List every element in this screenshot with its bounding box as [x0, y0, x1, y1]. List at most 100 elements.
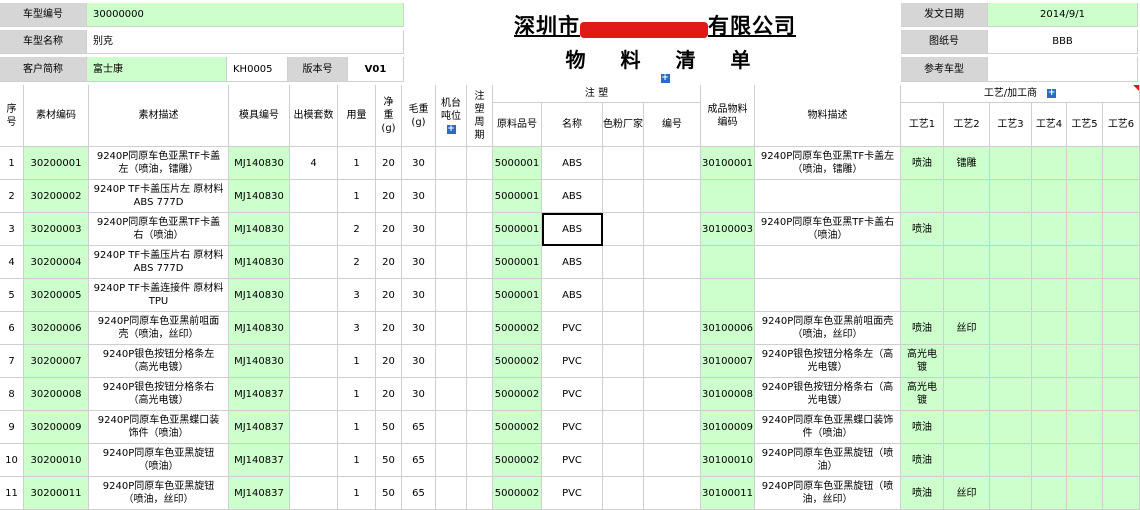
cell-p5[interactable]	[1067, 345, 1103, 378]
cell-pcodeN[interactable]	[644, 180, 701, 213]
cell-p4[interactable]	[1032, 378, 1067, 411]
cell-p2[interactable]	[944, 213, 990, 246]
cell-pcodeN[interactable]	[644, 411, 701, 444]
cell-machine[interactable]	[436, 213, 467, 246]
cell-p6[interactable]	[1103, 411, 1140, 444]
cell-pcode[interactable]: 30100003	[701, 213, 755, 246]
cell-p2[interactable]	[944, 345, 990, 378]
cell-code[interactable]: 30200010	[24, 444, 89, 477]
cell-p3[interactable]	[990, 345, 1032, 378]
cell-p2[interactable]	[944, 411, 990, 444]
cell-color[interactable]	[603, 246, 644, 279]
cell-color[interactable]	[603, 477, 644, 510]
cell-net[interactable]: 20	[376, 180, 402, 213]
cell-p1[interactable]	[901, 180, 944, 213]
cell-gross[interactable]: 30	[402, 147, 436, 180]
cell-net[interactable]: 50	[376, 411, 402, 444]
cell-machine[interactable]	[436, 279, 467, 312]
cell-raw[interactable]: 5000001	[493, 180, 542, 213]
cell-p6[interactable]	[1103, 378, 1140, 411]
cell-machine[interactable]	[436, 378, 467, 411]
cell-mold[interactable]: MJ140837	[229, 444, 290, 477]
cell-machine[interactable]	[436, 312, 467, 345]
cell-gross[interactable]: 30	[402, 279, 436, 312]
cell-pdesc[interactable]	[755, 279, 901, 312]
cell-p3[interactable]	[990, 213, 1032, 246]
cell-use[interactable]: 2	[338, 213, 376, 246]
cell-p1[interactable]: 喷油	[901, 444, 944, 477]
cell-use[interactable]: 1	[338, 444, 376, 477]
cell-use[interactable]: 1	[338, 477, 376, 510]
cell-mold[interactable]: MJ140830	[229, 180, 290, 213]
cell-machine[interactable]	[436, 444, 467, 477]
cell-p6[interactable]	[1103, 147, 1140, 180]
cell-mold[interactable]: MJ140837	[229, 477, 290, 510]
cell-desc[interactable]: 9240P TF卡盖压片左 原材料 ABS 777D	[89, 180, 229, 213]
cell-gross[interactable]: 30	[402, 378, 436, 411]
cell-p3[interactable]	[990, 444, 1032, 477]
cell-p5[interactable]	[1067, 147, 1103, 180]
cell-seq[interactable]: 7	[0, 345, 24, 378]
cell-pcode[interactable]	[701, 246, 755, 279]
cell-pdesc[interactable]	[755, 180, 901, 213]
cell-machine[interactable]	[436, 147, 467, 180]
cell-mold[interactable]: MJ140830	[229, 246, 290, 279]
cell-p2[interactable]	[944, 444, 990, 477]
cell-use[interactable]: 1	[338, 378, 376, 411]
cell-name[interactable]: PVC	[542, 312, 603, 345]
cell-desc[interactable]: 9240P银色按钮分格条右（高光电镀）	[89, 378, 229, 411]
cell-raw[interactable]: 5000002	[493, 345, 542, 378]
cell-pcodeN[interactable]	[644, 246, 701, 279]
cell-name[interactable]: ABS	[542, 279, 603, 312]
version-value[interactable]: V01	[348, 57, 404, 82]
cell-pdesc[interactable]: 9240P银色按钮分格条左（高光电镀）	[755, 345, 901, 378]
cell-p6[interactable]	[1103, 312, 1140, 345]
expand-plus-icon[interactable]: +	[660, 73, 670, 83]
cell-p5[interactable]	[1067, 246, 1103, 279]
cell-gross[interactable]: 65	[402, 411, 436, 444]
cell-name[interactable]: PVC	[542, 477, 603, 510]
cell-net[interactable]: 20	[376, 312, 402, 345]
cell-p6[interactable]	[1103, 345, 1140, 378]
cell-code[interactable]: 30200004	[24, 246, 89, 279]
cell-raw[interactable]: 5000001	[493, 246, 542, 279]
cell-pdesc[interactable]: 9240P银色按钮分格条右（高光电镀）	[755, 378, 901, 411]
process-plus-icon[interactable]: +	[1047, 89, 1057, 98]
cell-code[interactable]: 30200009	[24, 411, 89, 444]
cell-use[interactable]: 2	[338, 246, 376, 279]
cell-net[interactable]: 50	[376, 477, 402, 510]
cell-p3[interactable]	[990, 147, 1032, 180]
cell-mold[interactable]: MJ140830	[229, 312, 290, 345]
cell-code[interactable]: 30200011	[24, 477, 89, 510]
cell-use[interactable]: 3	[338, 312, 376, 345]
cell-p4[interactable]	[1032, 411, 1067, 444]
cell-p2[interactable]	[944, 180, 990, 213]
cell-cycle[interactable]	[467, 411, 493, 444]
cell-seq[interactable]: 8	[0, 378, 24, 411]
ref-vehicle-value[interactable]	[988, 57, 1138, 82]
cell-seq[interactable]: 2	[0, 180, 24, 213]
cell-mold[interactable]: MJ140830	[229, 279, 290, 312]
cell-raw[interactable]: 5000002	[493, 444, 542, 477]
cell-p3[interactable]	[990, 279, 1032, 312]
cell-gross[interactable]: 30	[402, 180, 436, 213]
cell-cycle[interactable]	[467, 213, 493, 246]
cell-code[interactable]: 30200007	[24, 345, 89, 378]
cell-p3[interactable]	[990, 180, 1032, 213]
cell-cycle[interactable]	[467, 378, 493, 411]
cell-pcodeN[interactable]	[644, 279, 701, 312]
cell-gross[interactable]: 65	[402, 477, 436, 510]
cell-code[interactable]: 30200003	[24, 213, 89, 246]
cell-seq[interactable]: 9	[0, 411, 24, 444]
cell-mold[interactable]: MJ140830	[229, 345, 290, 378]
cell-p5[interactable]	[1067, 279, 1103, 312]
cell-raw[interactable]: 5000002	[493, 477, 542, 510]
cell-pdesc[interactable]: 9240P同原车色亚黑TF卡盖右（喷油）	[755, 213, 901, 246]
cell-p1[interactable]: 喷油	[901, 312, 944, 345]
cell-p4[interactable]	[1032, 246, 1067, 279]
cell-pdesc[interactable]: 9240P同原车色亚黑旋钮（喷油）	[755, 444, 901, 477]
cell-pcodeN[interactable]	[644, 378, 701, 411]
cell-pcode[interactable]: 30100008	[701, 378, 755, 411]
cell-cav[interactable]	[290, 213, 338, 246]
cell-p4[interactable]	[1032, 444, 1067, 477]
